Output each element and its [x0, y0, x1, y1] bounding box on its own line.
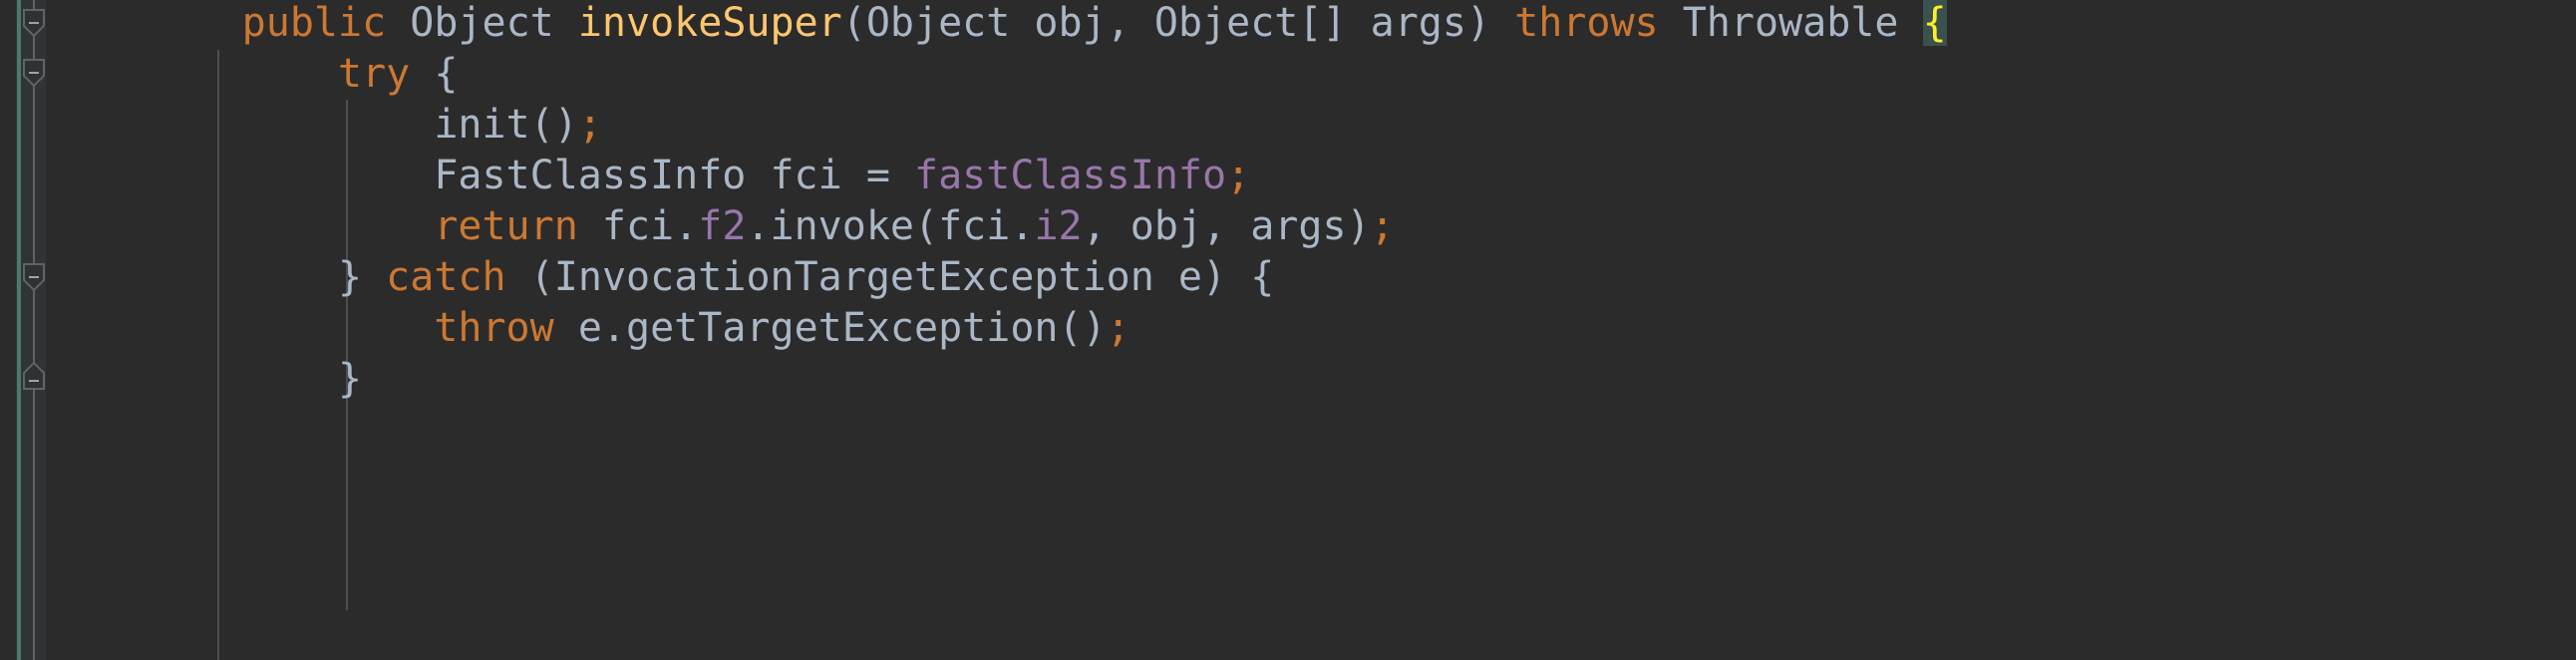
code-token: ) — [1465, 0, 1491, 46]
code-token: = — [865, 153, 890, 198]
code-token: } — [337, 356, 363, 402]
code-token: { — [410, 51, 459, 97]
code-token: , — [1106, 0, 1130, 46]
code-token: FastClassInfo — [434, 153, 747, 198]
code-token: f2 — [698, 203, 747, 249]
code-token: . — [746, 203, 771, 249]
code-folding-rail[interactable] — [33, 0, 35, 660]
code-token: try — [337, 51, 411, 97]
code-token: Object — [865, 0, 1011, 46]
code-line-throw[interactable]: throw e.getTargetException(); — [50, 303, 1130, 354]
code-token: ; — [1370, 203, 1395, 249]
code-token: ) — [1346, 203, 1371, 249]
code-token: e — [553, 305, 602, 351]
code-token: Object — [410, 0, 554, 46]
code-token: . — [674, 203, 699, 249]
code-token: init — [434, 102, 530, 148]
code-token: throws — [1514, 0, 1659, 46]
gutter-left-strip — [0, 0, 16, 660]
code-token: , — [1082, 203, 1107, 249]
code-token: { — [1226, 254, 1275, 300]
code-token: Throwable — [1682, 0, 1899, 46]
code-token: public — [241, 0, 387, 46]
code-token: throw — [434, 305, 554, 351]
code-token: , — [1202, 203, 1227, 249]
fold-marker-end[interactable] — [22, 361, 46, 391]
code-token: () — [529, 102, 578, 148]
code-line-fastclassinfo-assignment[interactable]: FastClassInfo fci = fastClassInfo; — [50, 151, 1250, 201]
code-token: } — [337, 254, 363, 300]
code-line-method-signature[interactable]: public Object invokeSuper(Object obj, Ob… — [50, 0, 1947, 49]
code-editor[interactable]: public Object invokeSuper(Object obj, Ob… — [0, 0, 2576, 660]
code-text-area[interactable]: public Object invokeSuper(Object obj, Ob… — [50, 0, 2576, 660]
code-token: getTargetException — [626, 305, 1059, 351]
code-line-catch[interactable]: } catch (InvocationTargetException e) { — [50, 252, 1274, 303]
code-token: catch — [386, 254, 506, 300]
code-token: () — [1058, 305, 1107, 351]
code-line-return-invoke[interactable]: return fci.f2.invoke(fci.i2, obj, args); — [50, 201, 1395, 252]
code-token: i2 — [1034, 203, 1083, 249]
vcs-change-marker[interactable] — [17, 0, 21, 660]
code-token: args — [1226, 203, 1347, 249]
code-line-try[interactable]: try { — [50, 49, 458, 100]
code-token: [] args — [1298, 0, 1466, 46]
code-token: ( — [841, 0, 866, 46]
code-token: e — [1153, 254, 1203, 300]
code-token: ; — [577, 102, 602, 148]
code-token: ; — [1106, 305, 1130, 351]
code-token: ( — [529, 254, 554, 300]
code-token: invokeSuper — [577, 0, 842, 46]
editor-gutter[interactable] — [0, 0, 50, 660]
fold-marker-method[interactable] — [22, 8, 46, 38]
code-token: ( — [914, 203, 939, 249]
code-token: . — [601, 305, 626, 351]
code-token: . — [1010, 203, 1035, 249]
code-token: fci — [746, 153, 866, 198]
code-line-closing-brace[interactable]: } — [50, 354, 362, 405]
code-token: return — [434, 203, 578, 249]
code-token: fci — [938, 203, 1011, 249]
code-line-init-call[interactable]: init(); — [50, 100, 602, 151]
code-token: { — [1922, 0, 1947, 46]
code-token: fci — [577, 203, 675, 249]
code-token: ; — [1226, 153, 1251, 198]
code-token: InvocationTargetException — [553, 254, 1154, 300]
fold-marker-catch[interactable] — [22, 262, 46, 292]
code-token: obj — [1106, 203, 1203, 249]
code-token: invoke — [770, 203, 915, 249]
code-token: obj — [1010, 0, 1107, 46]
code-token: ) — [1202, 254, 1227, 300]
code-token: Object — [1153, 0, 1299, 46]
code-token: fastClassInfo — [914, 153, 1227, 198]
fold-marker-try[interactable] — [22, 58, 46, 88]
